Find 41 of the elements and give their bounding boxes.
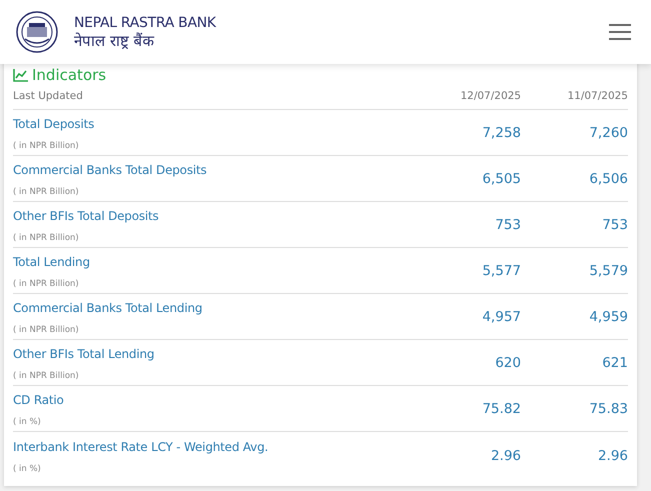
unit-label: ( in NPR Billion)	[13, 371, 79, 382]
indicator-value: 753	[495, 217, 521, 234]
indicator-value: 4,957	[482, 309, 521, 326]
indicator-value: 5,577	[482, 263, 521, 280]
column-header: 12/07/2025	[460, 90, 521, 102]
indicator-value: 75.82	[482, 401, 521, 418]
bank-seal-logo	[16, 11, 58, 53]
indicator-name: Other BFIs Total Deposits	[13, 209, 159, 224]
column-header: 11/07/2025	[567, 90, 628, 102]
indicator-name: Interbank Interest Rate LCY - Weighted Avg.	[13, 440, 268, 454]
unit-label: ( in NPR Billion)	[13, 187, 79, 198]
bank-name: NEPAL RASTRA BANK	[74, 14, 216, 32]
indicator-value: 2.96	[598, 448, 628, 464]
indicator-name: Total Lending	[13, 255, 90, 270]
indicator-value: 4,959	[589, 309, 628, 326]
indicator-name: Other BFIs Total Lending	[13, 347, 154, 362]
bank-name-nepali: नेपाल राष्ट्र बैंक	[74, 32, 156, 50]
indicator-value: 2.96	[490, 448, 521, 464]
chart-icon	[13, 68, 28, 82]
unit-label: ( in NPR Billion)	[13, 233, 79, 244]
unit-label: ( in %)	[13, 417, 41, 428]
indicator-value: 7,258	[482, 125, 521, 142]
unit-label: ( in NPR Billion)	[13, 141, 79, 152]
indicator-value: 753	[602, 217, 628, 234]
indicator-value: 620	[495, 355, 521, 372]
indicator-name: Commercial Banks Total Lending	[13, 301, 202, 316]
indicator-value: 75.83	[589, 401, 628, 418]
indicator-name: Total Deposits	[13, 117, 94, 132]
unit-label: ( in NPR Billion)	[13, 325, 79, 336]
unit-label: ( in %)	[13, 464, 41, 474]
indicator-value: 621	[602, 355, 628, 372]
indicator-name: Commercial Banks Total Deposits	[13, 163, 207, 178]
indicator-value: 7,260	[589, 125, 628, 142]
indicator-value: 6,505	[482, 171, 521, 188]
indicator-name: CD Ratio	[13, 393, 64, 408]
indicator-value: 6,506	[589, 171, 628, 188]
column-header: Last Updated	[13, 90, 83, 102]
indicator-value: 5,579	[589, 263, 628, 280]
menu-icon[interactable]	[609, 24, 631, 40]
section-title: Indicators	[32, 65, 106, 85]
unit-label: ( in NPR Billion)	[13, 279, 79, 290]
